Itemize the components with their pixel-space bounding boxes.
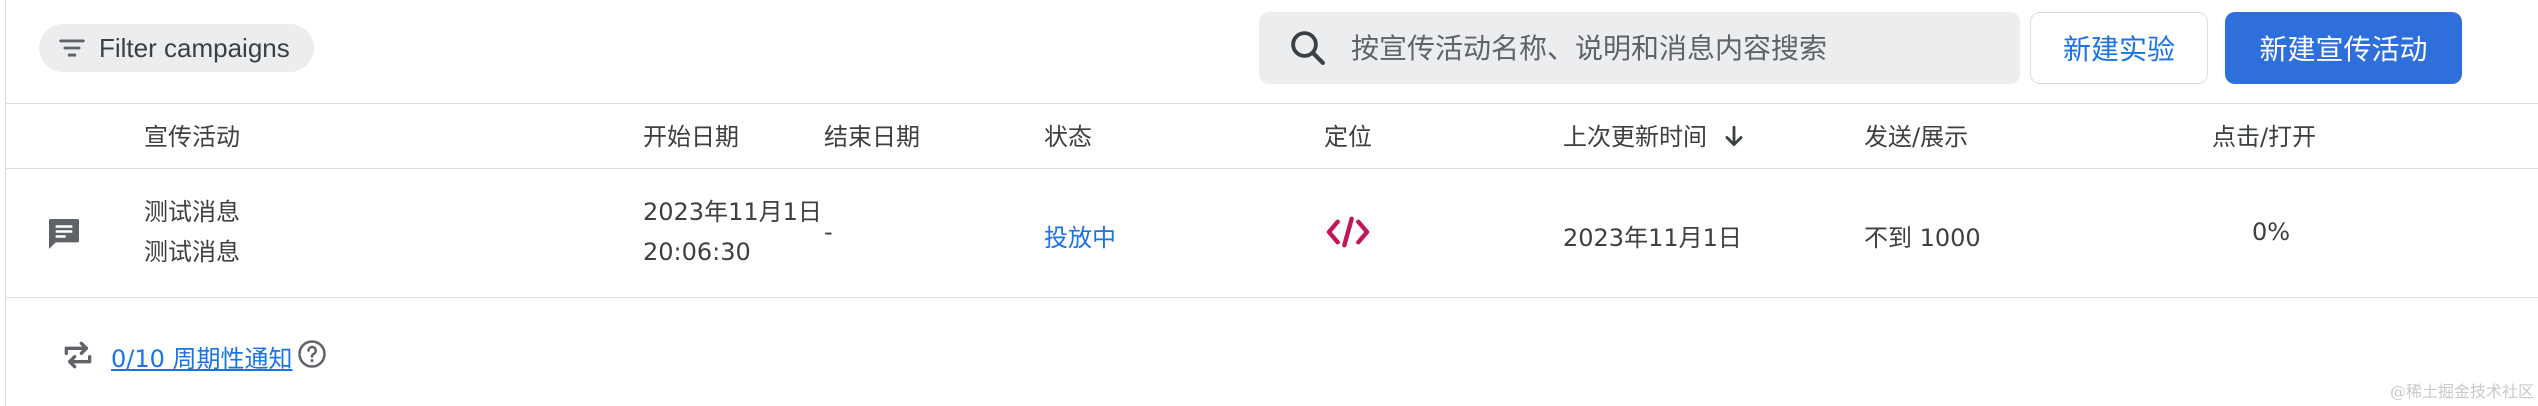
code-icon[interactable] <box>1326 214 1370 250</box>
clicks: 0% <box>2252 218 2291 246</box>
new-campaign-button[interactable]: 新建宣传活动 <box>2225 12 2462 84</box>
column-header-targeting[interactable]: 定位 <box>1324 105 1372 169</box>
search-box[interactable] <box>1259 12 2020 84</box>
start-time: 20:06:30 <box>643 238 751 266</box>
new-experiment-button[interactable]: 新建实验 <box>2030 12 2208 84</box>
repeat-icon <box>64 341 92 369</box>
message-icon <box>49 219 79 249</box>
table-row[interactable]: 测试消息 测试消息 2023年11月1日 20:06:30 - 投放中 2023… <box>6 170 2538 298</box>
toolbar: Filter campaigns 新建实验 新建宣传活动 <box>6 0 2538 104</box>
watermark: @稀土掘金技术社区 <box>2389 382 2534 401</box>
search-input[interactable] <box>1351 31 1991 65</box>
status-badge[interactable]: 投放中 <box>1044 218 1116 253</box>
sort-descending-icon[interactable] <box>1721 124 1747 150</box>
table-header: 宣传活动 开始日期 结束日期 状态 定位 上次更新时间 发送/展示 点击/打开 <box>6 105 2538 169</box>
campaign-description: 测试消息 <box>144 238 240 266</box>
column-header-campaign[interactable]: 宣传活动 <box>144 105 240 169</box>
column-header-clicks[interactable]: 点击/打开 <box>2212 105 2316 169</box>
help-icon[interactable] <box>297 339 327 369</box>
end-date: - <box>824 218 833 246</box>
start-date: 2023年11月1日 <box>643 198 822 226</box>
campaign-name[interactable]: 测试消息 <box>144 192 240 232</box>
column-header-last-updated-label: 上次更新时间 <box>1563 123 1707 151</box>
campaigns-panel: Filter campaigns 新建实验 新建宣传活动 宣传活动 开始日期 结… <box>5 0 2538 406</box>
recurring-notifications-link[interactable]: 0/10 周期性通知 <box>111 339 293 374</box>
sends: 不到 1000 <box>1864 224 1981 252</box>
search-icon <box>1291 31 1325 65</box>
filter-icon <box>59 39 85 57</box>
column-header-start-date[interactable]: 开始日期 <box>643 105 739 169</box>
column-header-sends[interactable]: 发送/展示 <box>1864 105 1968 169</box>
column-header-status[interactable]: 状态 <box>1044 105 1092 169</box>
last-updated: 2023年11月1日 <box>1563 224 1742 252</box>
filter-campaigns-button[interactable]: Filter campaigns <box>39 24 314 72</box>
start-date-cell: 2023年11月1日 20:06:30 <box>643 192 822 272</box>
column-header-end-date[interactable]: 结束日期 <box>824 105 920 169</box>
footer: 0/10 周期性通知 <box>6 299 2538 406</box>
campaign-cell[interactable]: 测试消息 测试消息 <box>144 192 240 272</box>
column-header-last-updated[interactable]: 上次更新时间 <box>1563 105 1747 169</box>
filter-campaigns-label: Filter campaigns <box>99 32 290 63</box>
